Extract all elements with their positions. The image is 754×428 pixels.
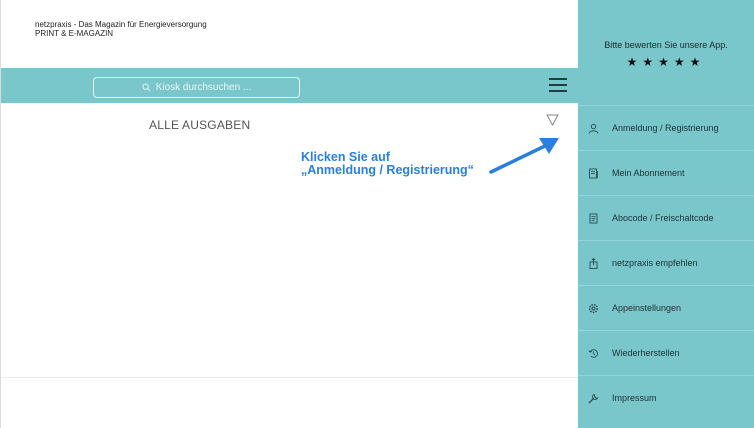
share-icon [587, 257, 599, 269]
menu-item-abonnement[interactable]: Mein Abonnement [578, 150, 754, 195]
brand-header: netzpraxis - Das Magazin für Energievers… [35, 20, 207, 38]
menu-item-impressum[interactable]: Impressum [578, 375, 754, 420]
menu-item-abocode[interactable]: Abocode / Freischaltcode [578, 195, 754, 240]
rating-stars[interactable]: ★★★★★ [578, 55, 754, 69]
menu-item-label: netzpraxis empfehlen [612, 258, 698, 268]
search-placeholder: Kiosk durchsuchen ... [155, 82, 252, 93]
filter-icon[interactable] [546, 114, 559, 132]
menu-item-appeinstellungen[interactable]: Appeinstellungen [578, 285, 754, 330]
brand-title: netzpraxis - Das Magazin für Energievers… [35, 20, 207, 29]
toolbar: Kiosk durchsuchen ... [1, 68, 579, 103]
user-icon [587, 122, 599, 134]
search-input[interactable]: Kiosk durchsuchen ... [93, 77, 300, 98]
menu-item-label: Appeinstellungen [612, 303, 682, 313]
menu-item-empfehlen[interactable]: netzpraxis empfehlen [578, 240, 754, 285]
main-area: netzpraxis - Das Magazin für Energievers… [0, 0, 579, 428]
wrench-icon [587, 392, 599, 404]
annotation-text: Klicken Sie auf „Anmeldung / Registrieru… [301, 151, 474, 177]
menu-item-label: Impressum [612, 393, 657, 403]
menu-item-anmeldung[interactable]: Anmeldung / Registrierung [578, 105, 754, 150]
menu-item-wiederherstellen[interactable]: Wiederherstellen [578, 330, 754, 375]
search-icon [142, 83, 151, 92]
rate-app-text[interactable]: Bitte bewerten Sie unsere App. [578, 40, 754, 50]
side-menu: Bitte bewerten Sie unsere App. ★★★★★ Anm… [578, 0, 754, 428]
brand-subtitle: PRINT & E-MAGAZIN [35, 29, 114, 38]
menu-item-label: Mein Abonnement [612, 168, 685, 178]
annotation-line-2: „Anmeldung / Registrierung“ [301, 163, 474, 177]
annotation-arrow-icon [489, 138, 559, 174]
page-title: ALLE AUSGABEN [149, 118, 251, 132]
restore-icon [587, 347, 599, 359]
settings-icon [587, 302, 599, 314]
menu-item-label: Anmeldung / Registrierung [612, 123, 719, 133]
divider [1, 377, 579, 378]
menu-item-label: Abocode / Freischaltcode [612, 213, 714, 223]
document-icon [587, 212, 599, 224]
menu-item-label: Wiederherstellen [612, 348, 680, 358]
subscription-icon [587, 167, 599, 179]
hamburger-icon[interactable] [549, 78, 567, 92]
